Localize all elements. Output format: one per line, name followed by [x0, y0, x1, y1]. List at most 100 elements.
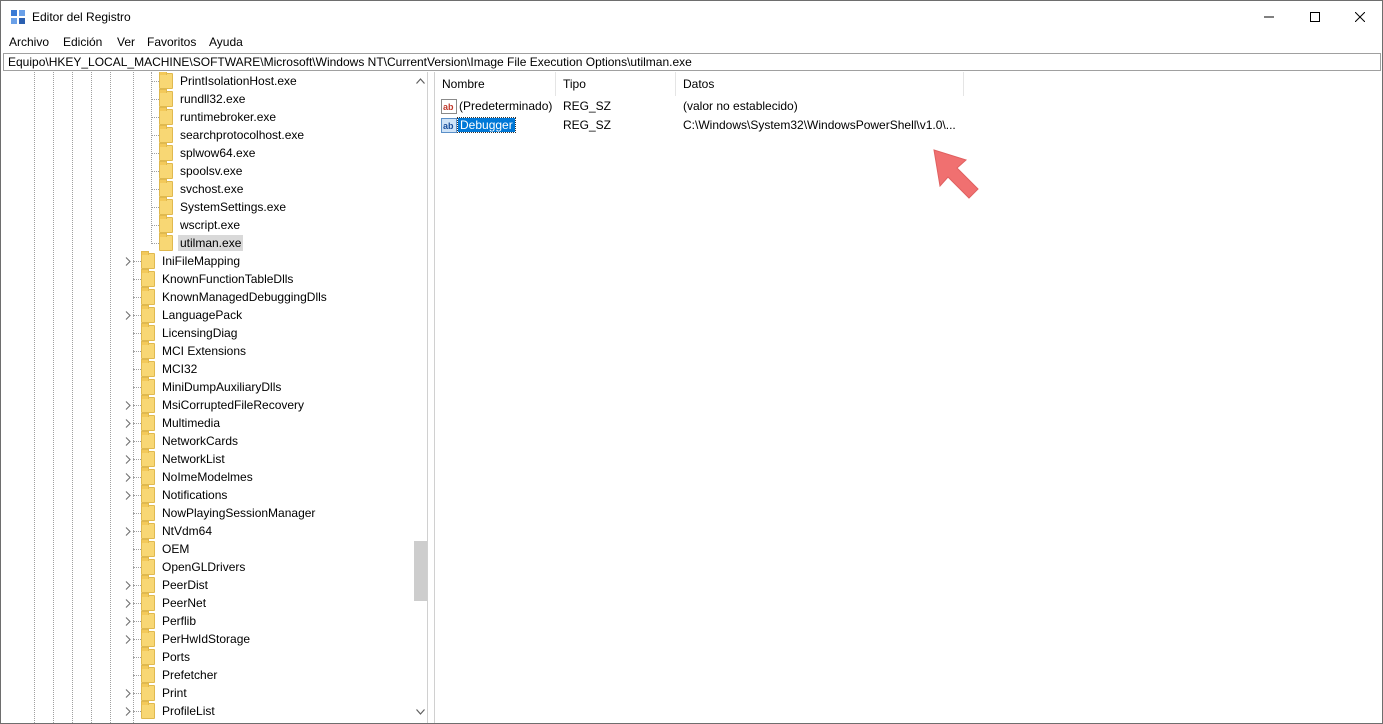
chevron-right-icon[interactable] [123, 450, 133, 468]
tree-item[interactable]: NoImeModelmes [123, 467, 255, 486]
chevron-right-icon[interactable] [123, 486, 133, 504]
chevron-right-icon[interactable] [123, 252, 133, 270]
minimize-button[interactable] [1246, 1, 1292, 32]
tree-item[interactable]: OpenGLDrivers [123, 557, 247, 576]
tree-item[interactable]: Print [123, 683, 189, 702]
chevron-right-icon[interactable] [123, 414, 133, 432]
menu-ver[interactable]: Ver [117, 35, 135, 49]
tree-item-label[interactable]: PeerDist [160, 577, 210, 593]
tree-item-label[interactable]: OpenGLDrivers [160, 559, 247, 575]
column-header-type[interactable]: Tipo [556, 72, 676, 96]
close-button[interactable] [1337, 1, 1383, 32]
chevron-right-icon[interactable] [123, 522, 133, 540]
tree-item[interactable]: Multimedia [123, 413, 222, 432]
tree-item[interactable]: MiniDumpAuxiliaryDlls [123, 377, 283, 396]
chevron-right-icon[interactable] [123, 468, 133, 486]
tree-item-label[interactable]: Notifications [160, 487, 229, 503]
tree-item-label[interactable]: wscript.exe [178, 217, 242, 233]
tree-item[interactable]: MCI32 [123, 359, 199, 378]
tree-item-label[interactable]: IniFileMapping [160, 253, 242, 269]
tree-scrollbar[interactable] [412, 72, 427, 723]
tree-item-label[interactable]: Prefetcher [160, 667, 219, 683]
tree-item-label[interactable]: Ports [160, 649, 192, 665]
tree-item-label[interactable]: spoolsv.exe [178, 163, 244, 179]
tree-item[interactable]: PeerNet [123, 593, 208, 612]
values-list-pane[interactable]: Nombre Tipo Datos ab (Predeterminado) RE… [434, 72, 1382, 723]
chevron-right-icon[interactable] [123, 702, 133, 720]
tree-item-label[interactable]: MsiCorruptedFileRecovery [160, 397, 306, 413]
scroll-thumb[interactable] [414, 541, 427, 601]
tree-item-label[interactable]: KnownManagedDebuggingDlls [160, 289, 329, 305]
tree-item[interactable]: MsiCorruptedFileRecovery [123, 395, 306, 414]
tree-item-label[interactable]: PeerNet [160, 595, 208, 611]
maximize-button[interactable] [1292, 1, 1338, 32]
tree-item[interactable]: PerHwIdStorage [123, 629, 252, 648]
address-path[interactable]: Equipo\HKEY_LOCAL_MACHINE\SOFTWARE\Micro… [8, 55, 692, 69]
tree-item[interactable]: Notifications [123, 485, 229, 504]
tree-item[interactable]: SystemSettings.exe [151, 197, 288, 216]
value-name-selected[interactable]: Debugger [457, 117, 516, 133]
tree-item[interactable]: Perflib [123, 611, 198, 630]
chevron-right-icon[interactable] [123, 306, 133, 324]
column-header-name[interactable]: Nombre [435, 72, 556, 96]
tree-item-label[interactable]: utilman.exe [178, 235, 244, 251]
chevron-right-icon[interactable] [123, 684, 133, 702]
menu-ayuda[interactable]: Ayuda [209, 35, 243, 49]
chevron-right-icon[interactable] [123, 594, 133, 612]
tree-item[interactable]: spoolsv.exe [151, 161, 244, 180]
menu-archivo[interactable]: Archivo [9, 35, 49, 49]
chevron-right-icon[interactable] [123, 612, 133, 630]
tree-item[interactable]: utilman.exe [151, 233, 244, 252]
tree-item-label[interactable]: rundll32.exe [178, 91, 247, 107]
tree-item[interactable]: Ports [123, 647, 192, 666]
tree-item[interactable]: KnownManagedDebuggingDlls [123, 287, 329, 306]
tree-item[interactable]: NetworkCards [123, 431, 240, 450]
tree-item-label[interactable]: runtimebroker.exe [178, 109, 278, 125]
tree-item-label[interactable]: MCI Extensions [160, 343, 248, 359]
column-header-data[interactable]: Datos [676, 72, 964, 96]
tree-item[interactable]: ProfileList [123, 701, 217, 720]
tree-item-label[interactable]: NowPlayingSessionManager [160, 505, 317, 521]
menu-favoritos[interactable]: Favoritos [147, 35, 196, 49]
tree-item[interactable]: searchprotocolhost.exe [151, 125, 306, 144]
chevron-right-icon[interactable] [123, 630, 133, 648]
tree-item-label[interactable]: PerHwIdStorage [160, 631, 252, 647]
tree-item[interactable]: LanguagePack [123, 305, 244, 324]
tree-item-label[interactable]: NoImeModelmes [160, 469, 255, 485]
tree-item[interactable]: LicensingDiag [123, 323, 239, 342]
tree-item-label[interactable]: MiniDumpAuxiliaryDlls [160, 379, 283, 395]
tree-item[interactable]: Prefetcher [123, 665, 219, 684]
tree-item-label[interactable]: NetworkList [160, 451, 227, 467]
tree-item-label[interactable]: OEM [160, 541, 191, 557]
tree-item[interactable]: KnownFunctionTableDlls [123, 269, 295, 288]
tree-item[interactable]: PeerDist [123, 575, 210, 594]
value-row-debugger[interactable]: ab Debugger REG_SZ C:\Windows\System32\W… [438, 116, 978, 135]
tree-item[interactable]: splwow64.exe [151, 143, 257, 162]
tree-item[interactable]: NtVdm64 [123, 521, 214, 540]
scroll-down-button[interactable] [412, 705, 427, 719]
tree-item-label[interactable]: KnownFunctionTableDlls [160, 271, 295, 287]
tree-item[interactable]: wscript.exe [151, 215, 242, 234]
tree-item-label[interactable]: NetworkCards [160, 433, 240, 449]
tree-item[interactable]: runtimebroker.exe [151, 107, 278, 126]
tree-item-label[interactable]: Print [160, 685, 189, 701]
tree-item-label[interactable]: Perflib [160, 613, 198, 629]
tree-item[interactable]: MCI Extensions [123, 341, 248, 360]
tree-item[interactable]: NetworkList [123, 449, 227, 468]
key-tree-pane[interactable]: PrintIsolationHost.exe rundll32.exe runtim… [3, 72, 428, 723]
tree-item-label[interactable]: ProfileList [160, 703, 217, 719]
tree-item-label[interactable]: Multimedia [160, 415, 222, 431]
tree-item[interactable]: NowPlayingSessionManager [123, 503, 317, 522]
tree-item[interactable]: PrintIsolationHost.exe [151, 72, 299, 90]
tree-item[interactable]: svchost.exe [151, 179, 245, 198]
tree-item[interactable]: OEM [123, 539, 191, 558]
tree-item[interactable]: rundll32.exe [151, 89, 247, 108]
tree-item-label[interactable]: MCI32 [160, 361, 199, 377]
value-row-default[interactable]: ab (Predeterminado) REG_SZ (valor no est… [438, 97, 978, 116]
chevron-right-icon[interactable] [123, 576, 133, 594]
tree-item-label[interactable]: PrintIsolationHost.exe [178, 73, 299, 89]
tree-item-label[interactable]: splwow64.exe [178, 145, 257, 161]
scroll-up-button[interactable] [412, 74, 427, 88]
tree-item-label[interactable]: LicensingDiag [160, 325, 239, 341]
menu-edicion[interactable]: Edición [63, 35, 102, 49]
